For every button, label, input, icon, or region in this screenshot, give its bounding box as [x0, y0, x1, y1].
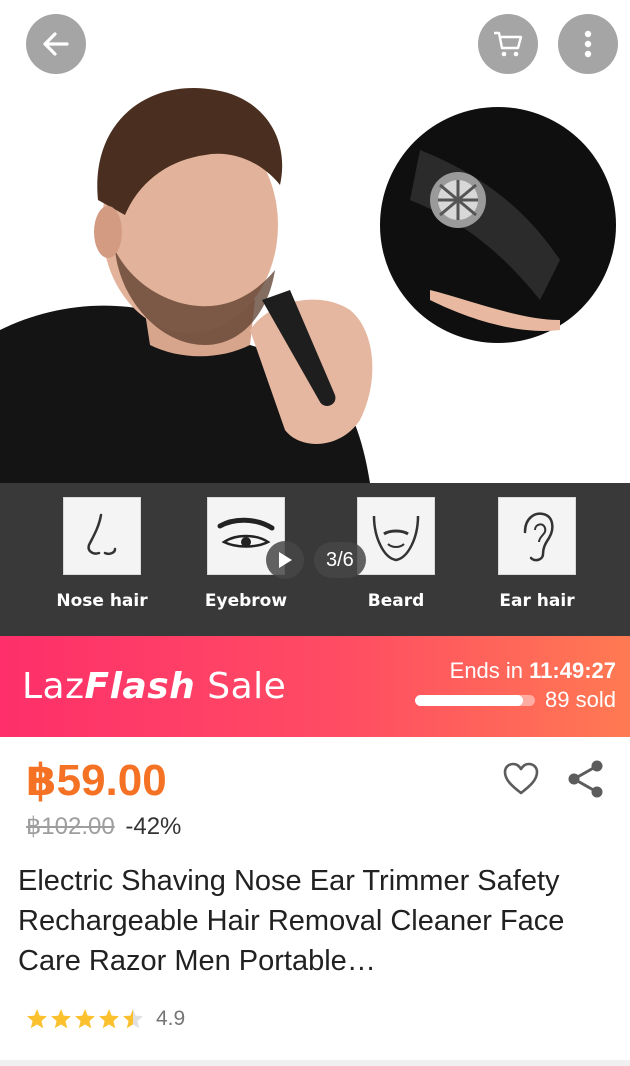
- feature-label: Beard: [367, 591, 425, 611]
- heart-icon: [503, 762, 539, 795]
- section-divider: [0, 1060, 630, 1066]
- sold-progress-bar: [415, 694, 536, 706]
- logo-flash: Flash: [84, 666, 196, 707]
- star-full-icon: [75, 1009, 95, 1029]
- logo-sale: Sale: [195, 666, 287, 707]
- rating-value: 4.9: [156, 1007, 186, 1030]
- sold-progress-fill: [415, 694, 524, 706]
- ear-icon: [523, 512, 554, 562]
- price-details: ฿102.00 -42%: [26, 812, 181, 841]
- logo-laz: Laz: [22, 666, 85, 707]
- original-price: ฿102.00: [26, 813, 115, 840]
- media-controls: 3/6: [266, 541, 366, 579]
- share-button[interactable]: [566, 759, 606, 799]
- product-price: ฿59.00: [26, 756, 167, 805]
- share-icon: [568, 760, 603, 798]
- image-counter: 3/6: [314, 542, 366, 578]
- rating-stars: [26, 1008, 146, 1030]
- countdown-time: 11:49:27: [529, 658, 616, 683]
- arrow-left-icon: [43, 32, 69, 56]
- wishlist-button[interactable]: [502, 761, 540, 797]
- product-info: ฿59.00 ฿102.00 -42% Electric Shaving Nos…: [0, 737, 630, 1066]
- star-full-icon: [99, 1009, 119, 1029]
- countdown: Ends in 11:49:27: [450, 658, 616, 684]
- flash-sale-logo: LazFlash Sale: [22, 666, 286, 707]
- star-full-icon: [51, 1009, 71, 1029]
- feature-label: Ear hair: [499, 591, 575, 611]
- discount-badge: -42%: [125, 813, 182, 840]
- product-gallery[interactable]: Nose hair Eyebrow Beard Ear hair 3/6: [0, 0, 630, 636]
- cart-button[interactable]: [478, 14, 538, 74]
- vertical-dots-icon: [584, 30, 592, 58]
- play-video-button[interactable]: [266, 541, 304, 579]
- beard-icon: [372, 515, 420, 562]
- play-icon: [279, 552, 292, 568]
- cart-icon: [494, 31, 523, 57]
- rating[interactable]: 4.9: [26, 1007, 185, 1031]
- star-full-icon: [27, 1009, 47, 1029]
- feature-label: Eyebrow: [204, 591, 288, 611]
- product-title: Electric Shaving Nose Ear Trimmer Safety…: [18, 865, 565, 977]
- feature-label: Nose hair: [56, 591, 148, 611]
- countdown-label: Ends in: [449, 658, 530, 683]
- feature-ear-hair: Ear hair: [477, 497, 597, 611]
- feature-nose-hair: Nose hair: [42, 497, 162, 611]
- sold-progress: 89 sold: [415, 687, 616, 713]
- nose-icon: [87, 513, 117, 556]
- flash-sale-banner[interactable]: LazFlash Sale Ends in 11:49:27 89 sold: [0, 636, 630, 737]
- star-half-icon: [123, 1009, 143, 1029]
- back-button[interactable]: [26, 14, 86, 74]
- sold-count: 89 sold: [545, 687, 616, 712]
- more-options-button[interactable]: [558, 14, 618, 74]
